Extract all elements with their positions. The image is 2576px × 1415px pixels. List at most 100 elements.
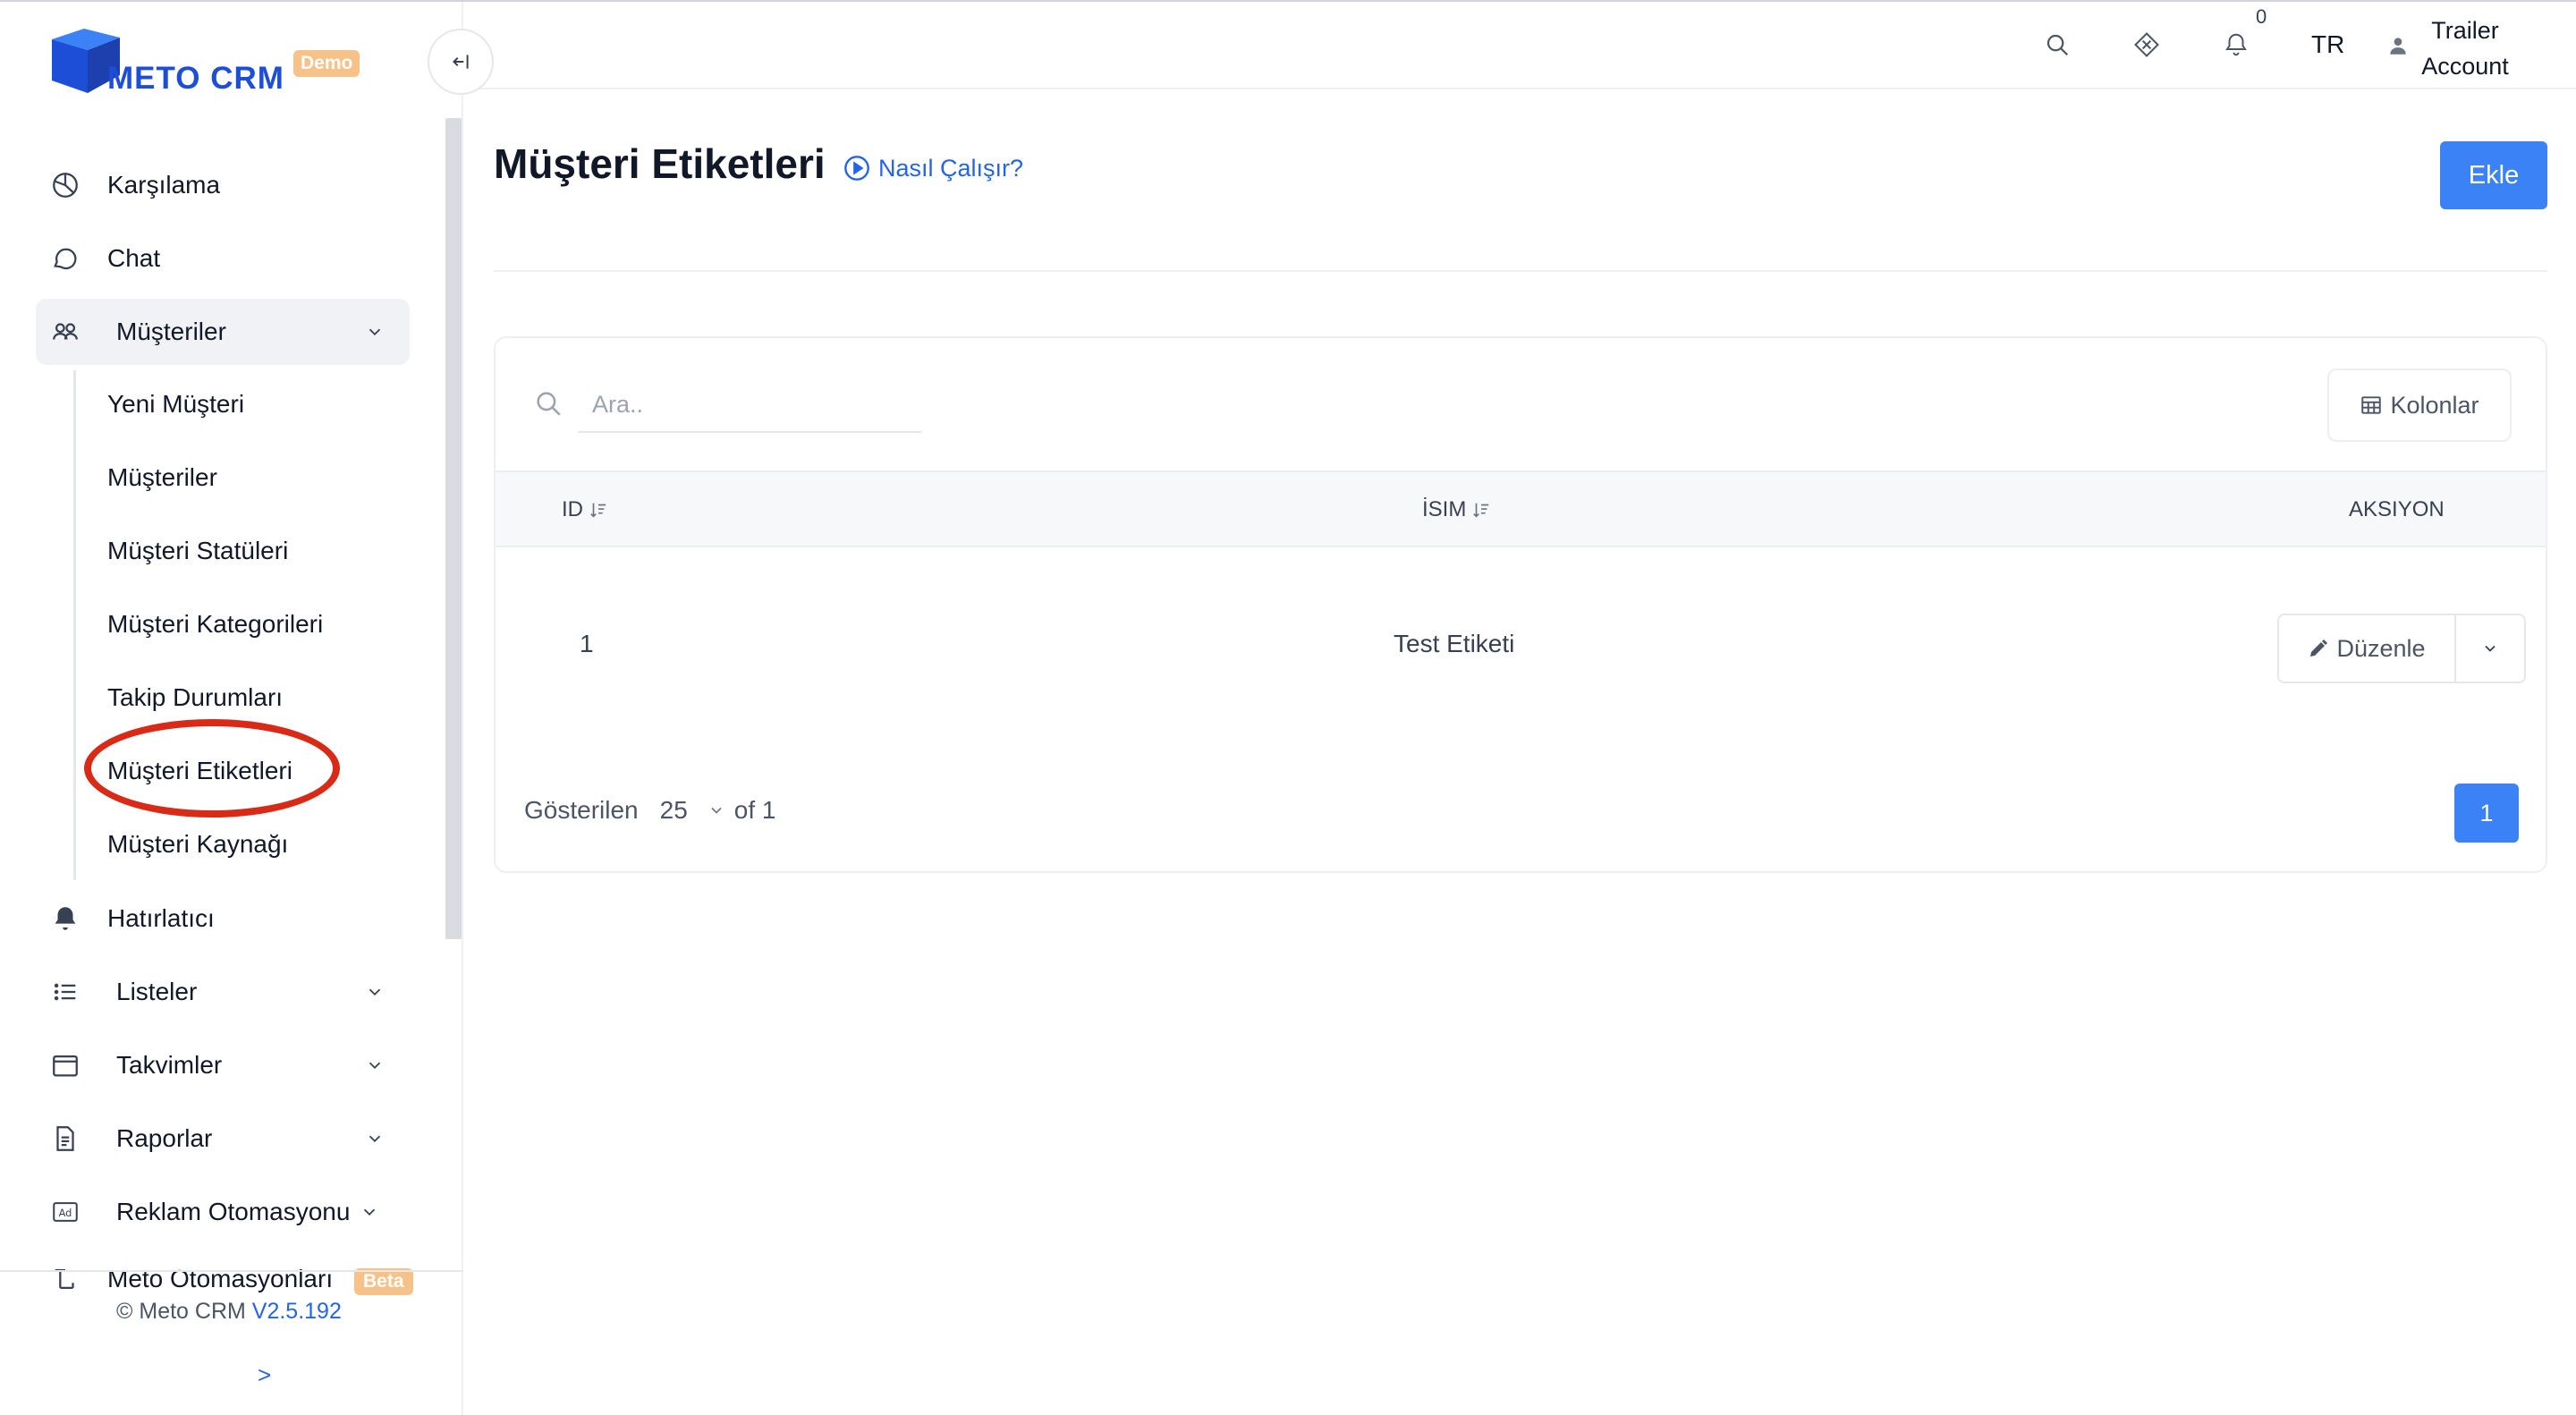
page-title: Müşteri Etiketleri	[494, 140, 826, 187]
app-root: METO CRM Demo Karşılama Chat Müşteriler	[0, 0, 2576, 1415]
brand-logo[interactable]: METO CRM Demo	[48, 25, 370, 97]
sidebar-item-label: Raporlar	[116, 1124, 213, 1152]
sidebar-item-reklam-otomasyonu[interactable]: Ad Reklam Otomasyonu	[36, 1179, 410, 1245]
automation-icon	[55, 1268, 74, 1290]
sidebar-subitem-musteriler[interactable]: Müşteriler	[107, 463, 217, 492]
sidebar-item-karsilama[interactable]: Karşılama	[36, 152, 410, 218]
user-account-menu[interactable]: Trailer Account	[2415, 13, 2515, 84]
chevron-down-icon	[369, 328, 381, 336]
version-number[interactable]: V2.5.192	[252, 1299, 342, 1324]
sidebar-collapse-button[interactable]	[428, 29, 494, 95]
play-circle-icon	[844, 156, 869, 181]
sort-icon	[1473, 503, 1489, 518]
add-button[interactable]: Ekle	[2440, 141, 2547, 209]
pagination-info: Gösterilen 25 of 1	[524, 796, 775, 825]
language-switcher[interactable]: TR	[2311, 30, 2344, 59]
report-file-icon	[56, 1126, 74, 1151]
search-input[interactable]	[578, 377, 921, 433]
edit-button[interactable]: Düzenle	[2279, 615, 2456, 682]
sidebar-item-label: Müşteriler	[116, 318, 226, 345]
section-divider	[494, 270, 2547, 272]
version-info: © Meto CRM V2.5.192	[116, 1299, 342, 1325]
table-header: ID İSIM AKSIYON	[496, 470, 2546, 547]
header-diamond-button[interactable]	[2131, 29, 2163, 61]
column-header-label: AKSIYON	[2349, 497, 2445, 521]
column-header-label: İSIM	[1422, 497, 1467, 521]
page-size-select[interactable]: 25	[660, 796, 688, 825]
chevron-down-icon[interactable]	[708, 801, 725, 819]
sidebar-item-chat[interactable]: Chat	[36, 225, 410, 292]
users-icon	[53, 323, 78, 340]
calendar-icon	[53, 1055, 78, 1077]
sidebar-item-label: Takvimler	[116, 1051, 223, 1079]
dashboard-pie-icon	[53, 173, 78, 198]
chevron-down-icon	[363, 1208, 376, 1216]
sidebar-item-label: Hatırlatıcı	[107, 904, 215, 932]
showing-label: Gösterilen	[524, 796, 639, 824]
header-notifications-button[interactable]	[2220, 29, 2252, 61]
bell-icon	[2225, 33, 2247, 56]
copyright-text: © Meto CRM	[116, 1299, 246, 1324]
diamond-grid-icon	[2134, 32, 2159, 57]
bell-filled-icon	[55, 907, 76, 930]
how-it-works-label: Nasıl Çalışır?	[878, 154, 1024, 182]
sidebar-footer-divider	[0, 1270, 463, 1272]
sidebar-expand-arrow[interactable]: >	[258, 1361, 271, 1389]
header-divider	[465, 88, 2576, 89]
search-icon	[2046, 34, 2069, 56]
search-icon	[537, 392, 561, 416]
ad-icon: Ad	[53, 1202, 78, 1222]
sidebar-scrollbar[interactable]	[445, 118, 462, 939]
sidebar-subitem-takip-durumlari[interactable]: Takip Durumları	[107, 683, 283, 712]
chevron-down-icon	[369, 1135, 381, 1143]
sidebar-item-hatirlatici[interactable]: Hatırlatıcı	[36, 885, 410, 952]
chevron-down-icon	[369, 1062, 381, 1070]
sidebar-subitem-musteri-kaynagi[interactable]: Müşteri Kaynağı	[107, 830, 288, 859]
collapse-left-icon	[453, 55, 469, 69]
table-row: 1 Test Etiketi Düzenle	[496, 547, 2546, 751]
sidebar: METO CRM Demo Karşılama Chat Müşteriler	[0, 2, 463, 1415]
sidebar-item-musteriler[interactable]: Müşteriler	[36, 299, 410, 365]
edit-button-label: Düzenle	[2336, 634, 2426, 662]
sidebar-item-label: Chat	[107, 244, 161, 272]
row-action-group: Düzenle	[2277, 614, 2526, 683]
brand-name: METO CRM	[107, 61, 284, 96]
list-icon	[54, 983, 76, 1001]
column-header-id[interactable]: ID	[562, 497, 608, 522]
columns-button[interactable]: Kolonlar	[2327, 369, 2512, 442]
chevron-down-icon	[369, 988, 381, 996]
cell-name: Test Etiketi	[1394, 630, 1515, 657]
sidebar-item-listeler[interactable]: Listeler	[36, 959, 410, 1025]
sidebar-item-takvimler[interactable]: Takvimler	[36, 1032, 410, 1098]
sidebar-subitem-musteri-kategorileri[interactable]: Müşteri Kategorileri	[107, 610, 323, 639]
red-highlight-circle	[84, 719, 340, 818]
columns-button-label: Kolonlar	[2390, 391, 2479, 419]
sidebar-subitem-yeni-musteri[interactable]: Yeni Müşteri	[107, 390, 244, 419]
cell-id: 1	[580, 630, 594, 657]
column-header-name[interactable]: İSIM	[1422, 497, 1491, 522]
table-grid-icon	[2361, 396, 2382, 414]
chevron-down-icon	[2485, 645, 2496, 652]
page-button-1[interactable]: 1	[2454, 784, 2519, 843]
sidebar-item-label: Karşılama	[107, 171, 221, 199]
header-search-button[interactable]	[2041, 29, 2073, 61]
chat-bubble-icon	[54, 248, 77, 270]
user-icon	[2390, 38, 2406, 55]
notification-count: 0	[2256, 5, 2267, 28]
sidebar-subitem-musteri-statuleri[interactable]: Müşteri Statüleri	[107, 537, 288, 565]
sort-icon	[590, 503, 606, 518]
page-total-label: of 1	[733, 796, 776, 824]
column-header-action: AKSIYON	[2349, 497, 2445, 522]
sidebar-item-label: Reklam Otomasyonu	[116, 1198, 351, 1225]
submenu-guide-line	[73, 370, 76, 880]
sidebar-item-raporlar[interactable]: Raporlar	[36, 1106, 410, 1172]
tags-table-card: Kolonlar ID İSIM AKSIYON 1 Test Etiketi	[494, 336, 2547, 873]
how-it-works-link[interactable]: Nasıl Çalışır?	[843, 154, 1023, 182]
pencil-icon	[2310, 640, 2328, 657]
beta-badge: Beta	[354, 1268, 413, 1295]
sidebar-item-label: Meto Otomasyonları	[107, 1265, 334, 1292]
svg-text:Ad: Ad	[59, 1207, 72, 1219]
row-actions-dropdown[interactable]	[2456, 615, 2524, 682]
sidebar-item-label: Listeler	[116, 978, 198, 1005]
column-header-label: ID	[562, 497, 583, 521]
